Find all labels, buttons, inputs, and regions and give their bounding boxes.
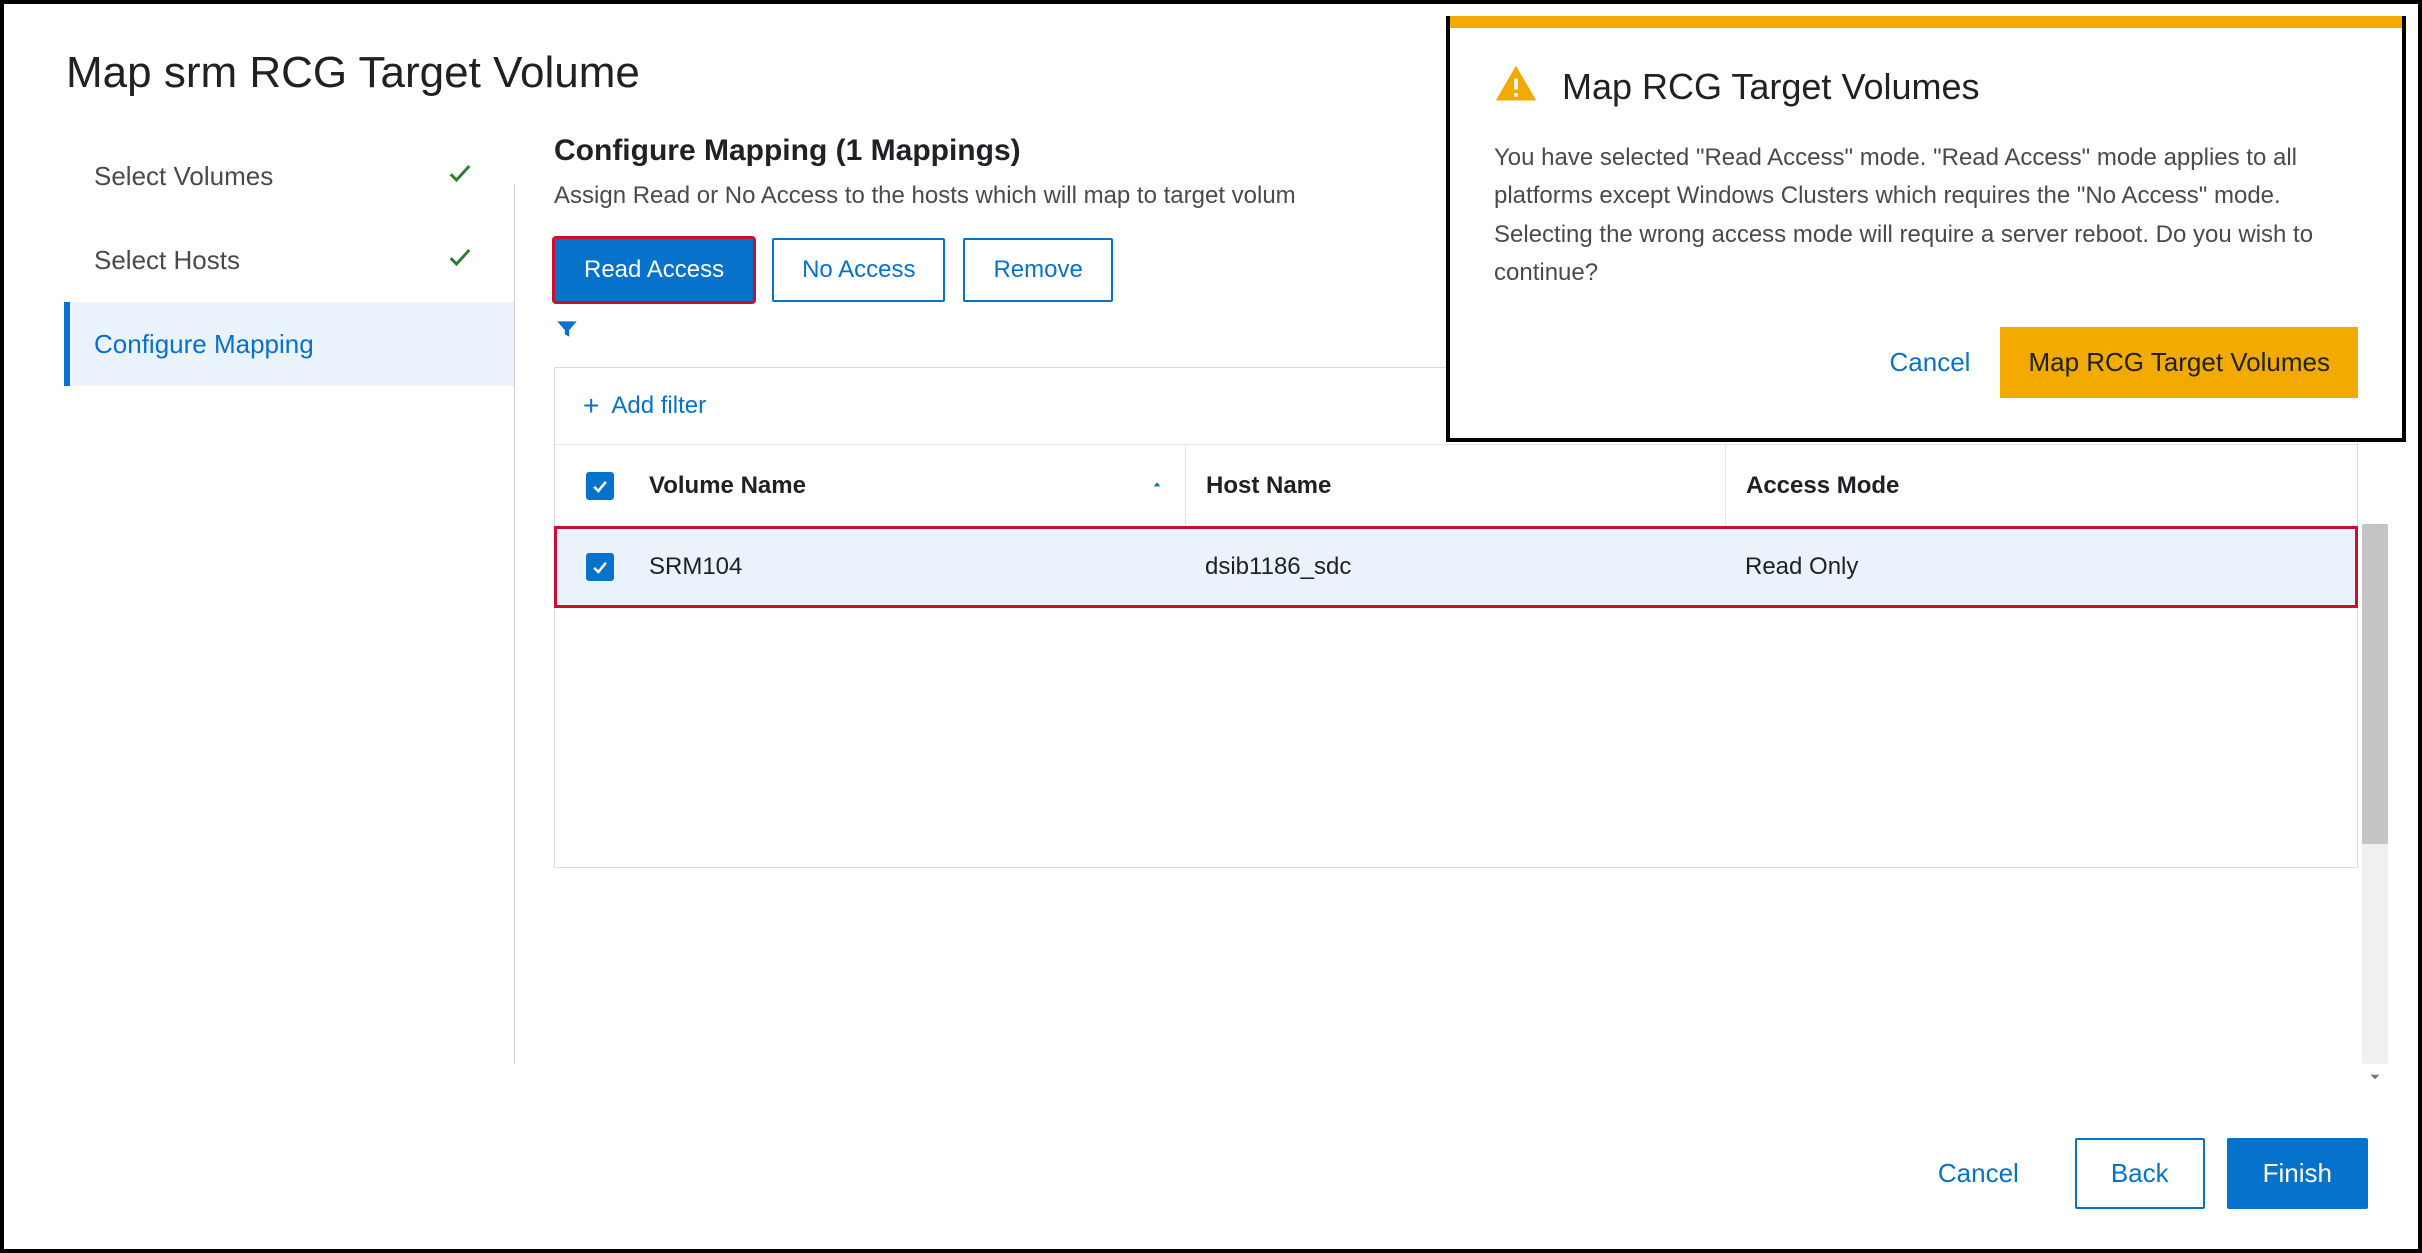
sort-asc-icon — [1149, 472, 1165, 500]
table-row[interactable]: SRM104 dsib1186_sdc Read Only — [555, 527, 2357, 607]
dialog-cancel-button[interactable]: Cancel — [1890, 347, 1971, 378]
cancel-button[interactable]: Cancel — [1904, 1140, 2053, 1207]
finish-button[interactable]: Finish — [2227, 1138, 2368, 1209]
remove-button[interactable]: Remove — [963, 238, 1112, 302]
step-select-volumes[interactable]: Select Volumes — [94, 134, 514, 218]
dialog-confirm-button[interactable]: Map RCG Target Volumes — [2000, 327, 2358, 398]
divider-vertical — [514, 184, 515, 1064]
add-filter-button[interactable]: + Add filter — [583, 390, 706, 422]
select-all-checkbox[interactable] — [586, 472, 614, 500]
step-label: Select Hosts — [94, 245, 240, 276]
column-label: Access Mode — [1746, 472, 1899, 500]
column-label: Host Name — [1206, 472, 1331, 500]
column-header-host[interactable]: Host Name — [1185, 445, 1725, 526]
step-label: Select Volumes — [94, 161, 273, 192]
wizard-footer: Cancel Back Finish — [1904, 1138, 2368, 1209]
dialog-body: Map RCG Target Volumes You have selected… — [1450, 28, 2402, 438]
row-checkbox[interactable] — [586, 553, 614, 581]
mappings-table: + Add filter Clear Volume Name — [554, 367, 2358, 868]
column-label: Volume Name — [649, 472, 806, 500]
check-icon — [446, 243, 474, 278]
check-icon — [446, 159, 474, 194]
scrollbar-thumb[interactable] — [2362, 524, 2388, 844]
cell-mode: Read Only — [1725, 527, 2357, 607]
column-header-volume[interactable]: Volume Name — [645, 472, 1185, 500]
back-button[interactable]: Back — [2075, 1138, 2205, 1209]
table-header-row: Volume Name Host Name Access Mode — [555, 445, 2357, 527]
scrollbar-track[interactable] — [2362, 524, 2388, 1064]
dialog-actions: Cancel Map RCG Target Volumes — [1494, 327, 2358, 398]
table-empty-space — [555, 607, 2357, 867]
app-frame: Map srm RCG Target Volume Select Volumes… — [0, 0, 2422, 1253]
add-filter-label: Add filter — [611, 392, 706, 420]
step-configure-mapping[interactable]: Configure Mapping — [64, 302, 514, 386]
dialog-accent-bar — [1450, 16, 2402, 28]
read-access-button[interactable]: Read Access — [554, 238, 754, 302]
warning-icon — [1494, 62, 1538, 111]
dialog-text: You have selected "Read Access" mode. "R… — [1494, 139, 2358, 293]
step-select-hosts[interactable]: Select Hosts — [94, 218, 514, 302]
confirmation-dialog: Map RCG Target Volumes You have selected… — [1446, 16, 2406, 442]
step-label: Configure Mapping — [94, 329, 314, 360]
no-access-button[interactable]: No Access — [772, 238, 945, 302]
row-select-cell[interactable] — [555, 553, 645, 581]
scroll-down-icon[interactable] — [2362, 1064, 2388, 1090]
plus-icon: + — [583, 390, 599, 422]
select-all-cell[interactable] — [555, 472, 645, 500]
wizard-steps-sidebar: Select Volumes Select Hosts Configure Ma… — [4, 134, 514, 868]
cell-host: dsib1186_sdc — [1185, 527, 1725, 607]
dialog-header: Map RCG Target Volumes — [1494, 62, 2358, 111]
column-header-mode[interactable]: Access Mode — [1725, 445, 2357, 526]
cell-volume: SRM104 — [645, 553, 1185, 581]
dialog-title: Map RCG Target Volumes — [1562, 66, 1980, 108]
